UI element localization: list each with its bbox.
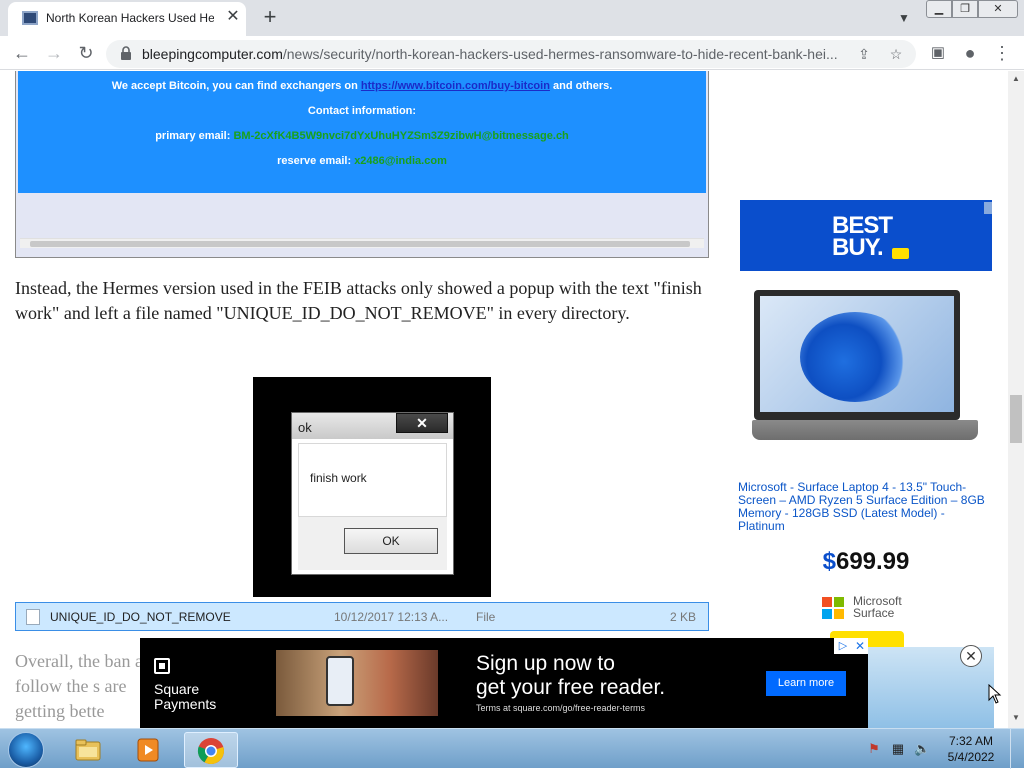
square-logo-inner — [159, 663, 165, 669]
ransom-contact-label: Contact information: — [307, 105, 417, 117]
bookmark-star-icon[interactable]: ☆ — [886, 44, 906, 64]
ad-price: $699.99 — [822, 548, 910, 575]
file-icon — [26, 609, 40, 625]
site-favicon-icon — [22, 11, 38, 25]
ransom-primary-email-line: primary email: BM-2cXfK4B5W9nvci7dYxUhuH… — [155, 130, 569, 142]
share-icon[interactable]: ⇪ — [854, 44, 874, 64]
popup-message: finish work — [310, 471, 367, 485]
profile-avatar-icon[interactable]: ● — [958, 41, 982, 65]
chrome-icon — [197, 738, 224, 765]
square-logo-icon — [154, 658, 170, 674]
popup-ok-button: OK — [344, 528, 438, 554]
popup-close-icon: ✕ — [396, 413, 448, 433]
file-listing-image: UNIQUE_ID_DO_NOT_REMOVE 10/12/2017 12:13… — [15, 602, 709, 631]
bestbuy-ad-banner[interactable]: BEST BUY. — [740, 200, 992, 271]
forward-icon[interactable]: → — [42, 41, 66, 65]
file-type: File — [476, 610, 496, 624]
tab-strip: North Korean Hackers Used Hermes Ransomw… — [0, 0, 1024, 36]
ransom-reserve-email-line: reserve email: x2486@india.com — [277, 155, 447, 167]
ransom-image-scroll-thumb — [30, 241, 690, 247]
square-ad-banner[interactable]: Square Payments Sign up now to get your … — [140, 638, 868, 728]
lock-icon[interactable] — [120, 46, 132, 60]
system-clock[interactable]: 7:32 AM 5/4/2022 — [940, 733, 1002, 765]
file-size: 2 KB — [670, 610, 697, 624]
windows-bloom-graphic — [800, 312, 910, 402]
scroll-down-icon[interactable]: ▼ — [1008, 712, 1024, 724]
folder-icon — [75, 739, 101, 761]
article-paragraph: Instead, the Hermes version used in the … — [15, 278, 702, 323]
square-ad-terms: Terms at square.com/go/free-reader-terms — [476, 703, 646, 713]
microsoft-logo-icon — [822, 597, 844, 619]
microsoft-surface-wordmark: Microsoft Surface — [853, 594, 902, 620]
laptop-display — [760, 296, 954, 412]
mouse-cursor-icon — [988, 684, 1002, 704]
window-minimize-button[interactable]: ▁ — [926, 0, 952, 18]
page-content: We accept Bitcoin, you can find exchange… — [0, 71, 1008, 728]
square-ad-headline: Sign up now to get your free reader. — [476, 652, 666, 699]
square-brand: Square Payments — [154, 681, 217, 712]
back-icon[interactable]: ← — [10, 41, 34, 65]
windows-taskbar: ⚑ ▦ 🔈 7:32 AM 5/4/2022 — [0, 728, 1024, 769]
scrollbar-thumb[interactable] — [1010, 395, 1022, 443]
new-tab-button[interactable]: + — [258, 6, 282, 30]
ad-product-name[interactable]: Microsoft - Surface Laptop 4 - 13.5" Tou… — [738, 481, 994, 533]
square-ad-photo — [276, 650, 438, 716]
taskbar-chrome[interactable] — [184, 732, 238, 768]
file-name: UNIQUE_ID_DO_NOT_REMOVE — [50, 610, 231, 624]
ransom-bitcoin-link: https://www.bitcoin.com/buy-bitcoin — [360, 80, 550, 92]
file-date: 10/12/2017 12:13 A... — [334, 610, 449, 624]
tab-title: North Korean Hackers Used Hermes Ransomw… — [46, 11, 214, 25]
bestbuy-logo: BEST BUY. — [832, 212, 893, 261]
menu-kebab-icon[interactable]: ⋮ — [990, 41, 1014, 65]
learn-more-button[interactable]: Learn more — [766, 671, 846, 696]
reload-icon[interactable]: ↻ — [74, 41, 98, 65]
window-close-button[interactable]: ✕ — [978, 0, 1018, 18]
tab-close-icon[interactable]: ✕ — [224, 8, 242, 26]
browser-toolbar: ← → ↻ bleepingcomputer.com/news/security… — [0, 36, 1024, 70]
scroll-up-icon[interactable]: ▲ — [1008, 73, 1024, 85]
adchoices-icon[interactable]: ▷ — [836, 638, 850, 654]
adchoices-badge[interactable]: ▷ ✕ — [834, 638, 868, 654]
sticky-ad-close-icon[interactable]: ✕ — [960, 645, 982, 667]
laptop-keyboard-base — [752, 420, 978, 440]
ad-close-icon[interactable]: ✕ — [852, 638, 868, 654]
laptop-screen — [754, 290, 960, 420]
popup-dialog: ok ✕ finish work OK — [291, 412, 454, 575]
ransom-note-image: We accept Bitcoin, you can find exchange… — [15, 71, 709, 258]
window-restore-button[interactable]: ❐ — [952, 0, 978, 18]
laptop-product-image[interactable] — [752, 290, 978, 442]
ransom-bitcoin-line: We accept Bitcoin, you can find exchange… — [111, 80, 613, 92]
adchoices-icon[interactable] — [984, 202, 992, 214]
page-scrollbar[interactable]: ▲ ▼ — [1008, 71, 1024, 728]
popup-title: ok — [298, 420, 312, 435]
address-bar[interactable]: bleepingcomputer.com/news/security/north… — [106, 40, 916, 68]
browser-tab[interactable]: North Korean Hackers Used Hermes Ransomw… — [8, 2, 246, 36]
finish-work-popup-image: ok ✕ finish work OK — [253, 377, 491, 597]
tab-search-icon[interactable]: ▼ — [894, 8, 914, 28]
volume-icon[interactable]: 🔈 — [914, 741, 930, 757]
network-icon[interactable]: ▦ — [890, 741, 906, 757]
taskbar-media-player[interactable] — [122, 732, 176, 768]
action-center-flag-icon[interactable]: ⚑ — [866, 741, 882, 757]
taskbar-explorer[interactable] — [62, 732, 116, 768]
media-player-icon — [137, 738, 159, 762]
show-desktop-button[interactable] — [1010, 729, 1024, 769]
ransom-note-body: We accept Bitcoin, you can find exchange… — [18, 71, 706, 193]
bestbuy-tag-icon — [892, 248, 909, 259]
start-button[interactable] — [8, 732, 44, 768]
url-text[interactable]: bleepingcomputer.com/news/security/north… — [142, 46, 838, 62]
popup-titlebar: ok ✕ — [292, 413, 453, 439]
phone-graphic — [326, 656, 354, 706]
ransom-image-scrollbar — [20, 238, 704, 248]
side-panel-icon[interactable]: ▣ — [926, 41, 950, 65]
